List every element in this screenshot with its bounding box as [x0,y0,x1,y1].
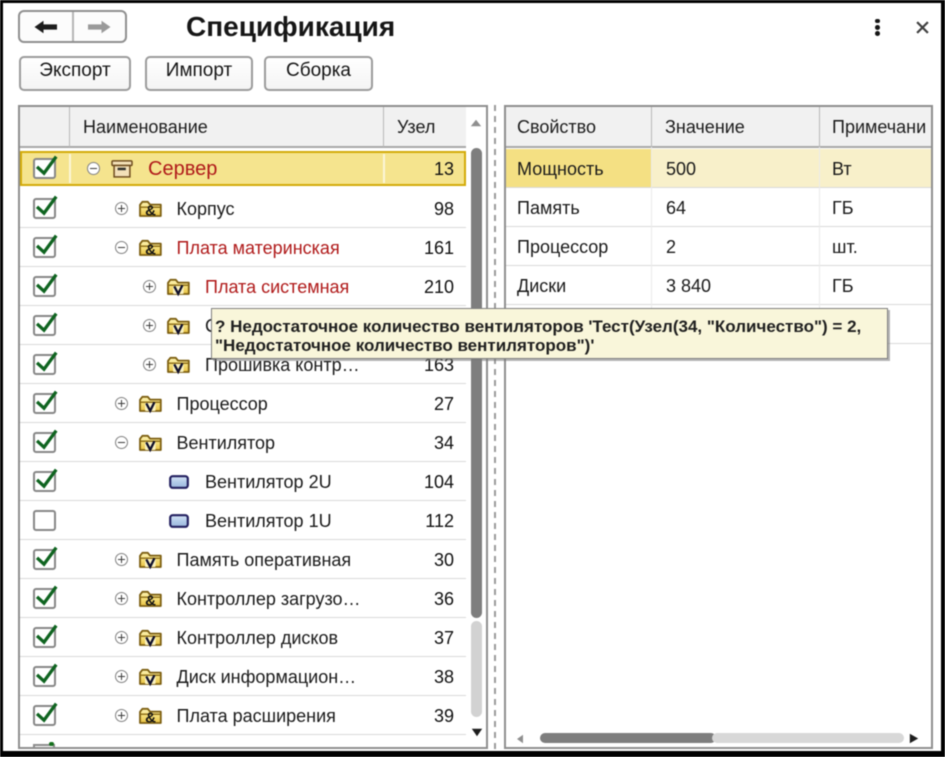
svg-text:&: & [145,241,156,257]
svg-text:&: & [145,709,156,725]
svg-text:&: & [145,202,156,218]
svg-text:&: & [145,592,156,608]
